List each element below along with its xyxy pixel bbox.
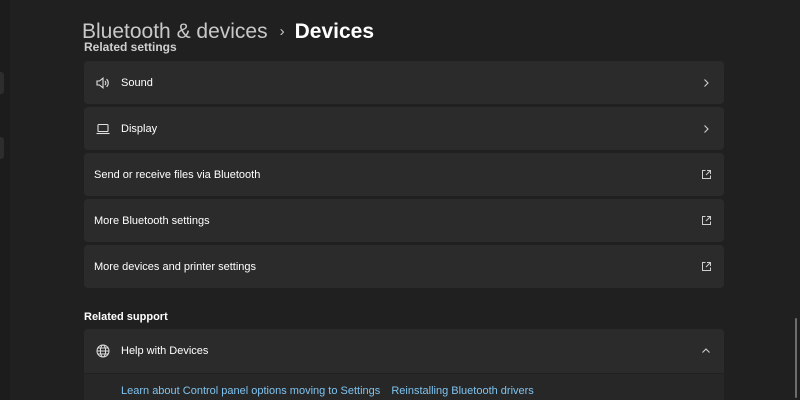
row-label: Sound [121,76,153,89]
scrollbar[interactable] [795,318,797,398]
related-support-header: Related support [84,311,168,323]
row-label: More devices and printer settings [94,260,257,273]
nav-item-marker[interactable] [0,137,4,159]
reinstalling-bluetooth-drivers-link[interactable]: Reinstalling Bluetooth drivers [391,385,533,397]
external-link-icon [698,213,714,229]
help-links: Learn about Control panel options moving… [121,385,542,397]
row-label: More Bluetooth settings [94,214,210,227]
help-with-devices-row[interactable]: Help with Devices [84,329,724,373]
globe-icon [94,342,112,360]
breadcrumb-separator: › [279,22,285,40]
chevron-right-icon [698,75,714,91]
external-link-icon [698,259,714,275]
related-settings-header: Related settings [84,40,177,54]
nav-item-marker[interactable] [0,72,4,94]
chevron-up-icon[interactable] [698,343,714,359]
display-settings-row[interactable]: Display [84,107,724,150]
row-label: Display [121,122,158,135]
send-receive-bluetooth-files-row[interactable]: Send or receive files via Bluetooth [84,153,724,196]
external-link-icon [698,167,714,183]
speaker-icon [94,74,112,92]
sound-settings-row[interactable]: Sound [84,61,724,104]
page-title: Devices [294,20,375,43]
row-label: Send or receive files via Bluetooth [94,168,261,181]
chevron-right-icon [698,121,714,137]
more-bluetooth-settings-row[interactable]: More Bluetooth settings [84,199,724,242]
more-devices-printer-settings-row[interactable]: More devices and printer settings [84,245,724,288]
laptop-icon [94,120,112,138]
nav-pane [0,0,10,400]
control-panel-options-link[interactable]: Learn about Control panel options moving… [121,385,380,397]
row-label: Help with Devices [121,345,209,357]
